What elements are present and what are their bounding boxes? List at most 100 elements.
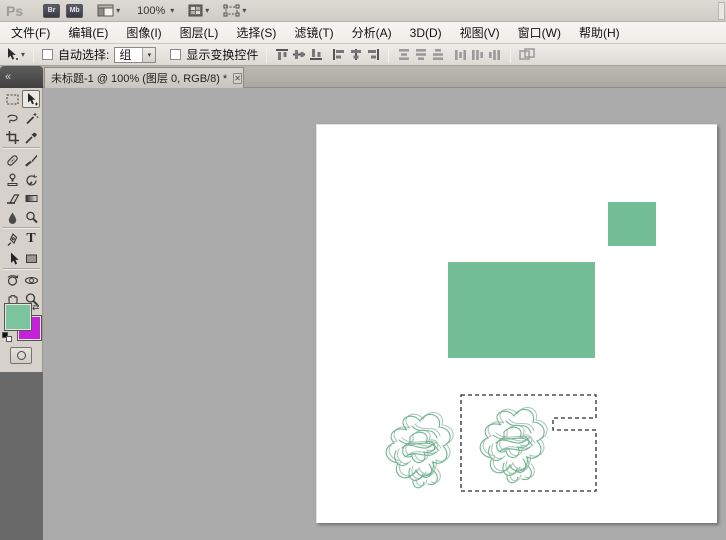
align-vertical-centers-icon[interactable] xyxy=(292,48,306,61)
divider xyxy=(266,47,267,63)
chevron-down-icon: ▾ xyxy=(21,50,25,59)
doodle-drawing-selected[interactable] xyxy=(471,401,557,495)
view-extras-control[interactable]: ▾ xyxy=(223,4,246,17)
distribute-buttons-group xyxy=(397,48,502,61)
screen-mode-icon xyxy=(188,4,203,17)
history-brush-tool[interactable] xyxy=(22,170,40,188)
lasso-tool[interactable] xyxy=(3,109,21,127)
blur-tool[interactable] xyxy=(3,208,21,226)
chevron-down-icon: ▾ xyxy=(142,48,155,62)
distribute-horizontal-centers-icon[interactable] xyxy=(471,48,485,61)
quick-selection-tool[interactable] xyxy=(22,109,40,127)
zoom-level-value[interactable]: 100% xyxy=(134,4,168,18)
crop-tool[interactable] xyxy=(3,128,21,146)
menu-help[interactable]: 帮助(H) xyxy=(570,21,629,44)
type-tool[interactable]: T xyxy=(22,230,40,248)
quick-mask-icon xyxy=(17,351,26,360)
green-rectangle-shape[interactable] xyxy=(448,262,595,358)
menu-image[interactable]: 图像(I) xyxy=(117,21,170,44)
window-edge-decoration xyxy=(718,2,725,20)
rectangle-shape-tool[interactable] xyxy=(22,249,40,267)
move-tool-icon xyxy=(4,47,19,62)
show-transform-controls-label: 显示变换控件 xyxy=(186,46,258,63)
menu-file[interactable]: 文件(F) xyxy=(2,21,59,44)
align-left-edges-icon[interactable] xyxy=(332,48,346,61)
chevron-down-icon: ▾ xyxy=(205,6,209,15)
application-bar: Ps Br Mb ▾ 100% ▾ ▾ ▾ xyxy=(0,0,726,22)
document-tab-title: 未标题-1 @ 100% (图层 0, RGB/8) * xyxy=(51,70,227,86)
menu-layer[interactable]: 图层(L) xyxy=(171,21,228,44)
pen-tool[interactable] xyxy=(3,230,21,248)
clone-stamp-tool[interactable] xyxy=(3,170,21,188)
launch-mini-bridge-button[interactable]: Mb xyxy=(66,4,83,18)
quick-mask-mode-button[interactable] xyxy=(10,347,32,364)
align-bottom-edges-icon[interactable] xyxy=(309,48,323,61)
auto-select-mode-value: 组 xyxy=(119,46,131,63)
arrange-documents-control[interactable]: ▾ xyxy=(97,4,120,17)
menu-view[interactable]: 视图(V) xyxy=(451,21,509,44)
screen-mode-control[interactable]: ▾ xyxy=(188,4,209,17)
auto-select-checkbox[interactable] xyxy=(42,49,53,60)
distribute-vertical-centers-icon[interactable] xyxy=(414,48,428,61)
auto-align-layers-icon[interactable] xyxy=(519,48,535,61)
foreground-color-swatch[interactable] xyxy=(4,303,32,331)
divider xyxy=(3,268,40,270)
doodle-drawing-left[interactable] xyxy=(377,406,463,500)
green-square-shape[interactable] xyxy=(608,202,656,246)
launch-bridge-button[interactable]: Br xyxy=(43,4,60,18)
3d-rotate-tool[interactable] xyxy=(3,271,21,289)
menu-analysis[interactable]: 分析(A) xyxy=(343,21,401,44)
eraser-tool[interactable] xyxy=(3,189,21,207)
menu-edit[interactable]: 编辑(E) xyxy=(59,21,117,44)
distribute-right-edges-icon[interactable] xyxy=(488,48,502,61)
3d-orbit-tool[interactable] xyxy=(22,271,40,289)
move-tool[interactable] xyxy=(22,90,40,108)
menu-bar: 文件(F) 编辑(E) 图像(I) 图层(L) 选择(S) 滤镜(T) 分析(A… xyxy=(0,22,726,44)
align-top-edges-icon[interactable] xyxy=(275,48,289,61)
distribute-bottom-edges-icon[interactable] xyxy=(431,48,445,61)
canvas-area[interactable] xyxy=(43,88,726,540)
gradient-tool[interactable] xyxy=(22,189,40,207)
arrange-documents-icon xyxy=(97,4,114,17)
menu-filter[interactable]: 滤镜(T) xyxy=(285,21,342,44)
auto-select-mode-dropdown[interactable]: 组 ▾ xyxy=(114,47,156,63)
divider xyxy=(510,47,511,63)
chevron-down-icon: ▾ xyxy=(242,6,246,15)
chevron-down-icon: ▾ xyxy=(170,6,174,15)
divider xyxy=(388,47,389,63)
dodge-tool[interactable] xyxy=(22,208,40,226)
panel-well-background xyxy=(0,372,43,540)
auto-select-label: 自动选择: xyxy=(58,46,109,63)
show-transform-controls-checkbox[interactable] xyxy=(170,49,181,60)
workspace: T ⇄ xyxy=(0,88,726,540)
brush-tool[interactable] xyxy=(22,151,40,169)
menu-3d[interactable]: 3D(D) xyxy=(401,23,451,43)
tool-preset-picker[interactable]: ▾ xyxy=(4,47,25,62)
document-tab[interactable]: 未标题-1 @ 100% (图层 0, RGB/8) * ✕ xyxy=(44,67,244,88)
tool-panel: T ⇄ xyxy=(0,88,43,372)
distribute-top-edges-icon[interactable] xyxy=(397,48,411,61)
view-extras-icon xyxy=(223,4,240,17)
align-horizontal-centers-icon[interactable] xyxy=(349,48,363,61)
collapse-tool-panel-button[interactable]: « xyxy=(0,66,43,88)
tool-options-bar: ▾ 自动选择: 组 ▾ 显示变换控件 xyxy=(0,44,726,66)
document-canvas[interactable] xyxy=(316,124,717,523)
rectangular-marquee-tool[interactable] xyxy=(3,90,21,108)
path-selection-tool[interactable] xyxy=(3,249,21,267)
chevron-down-icon: ▾ xyxy=(116,6,120,15)
close-tab-icon[interactable]: ✕ xyxy=(233,73,242,84)
divider xyxy=(3,227,40,229)
default-colors-icon[interactable] xyxy=(2,332,12,342)
distribute-left-edges-icon[interactable] xyxy=(454,48,468,61)
menu-window[interactable]: 窗口(W) xyxy=(509,21,570,44)
align-right-edges-icon[interactable] xyxy=(366,48,380,61)
divider xyxy=(3,147,40,149)
align-buttons-group xyxy=(275,48,380,61)
swap-colors-icon[interactable]: ⇄ xyxy=(32,302,40,313)
zoom-level-control[interactable]: 100% ▾ xyxy=(134,4,174,18)
photoshop-logo: Ps xyxy=(6,3,23,19)
eyedropper-tool[interactable] xyxy=(22,128,40,146)
spot-healing-brush-tool[interactable] xyxy=(3,151,21,169)
divider xyxy=(33,47,34,63)
menu-select[interactable]: 选择(S) xyxy=(227,21,285,44)
